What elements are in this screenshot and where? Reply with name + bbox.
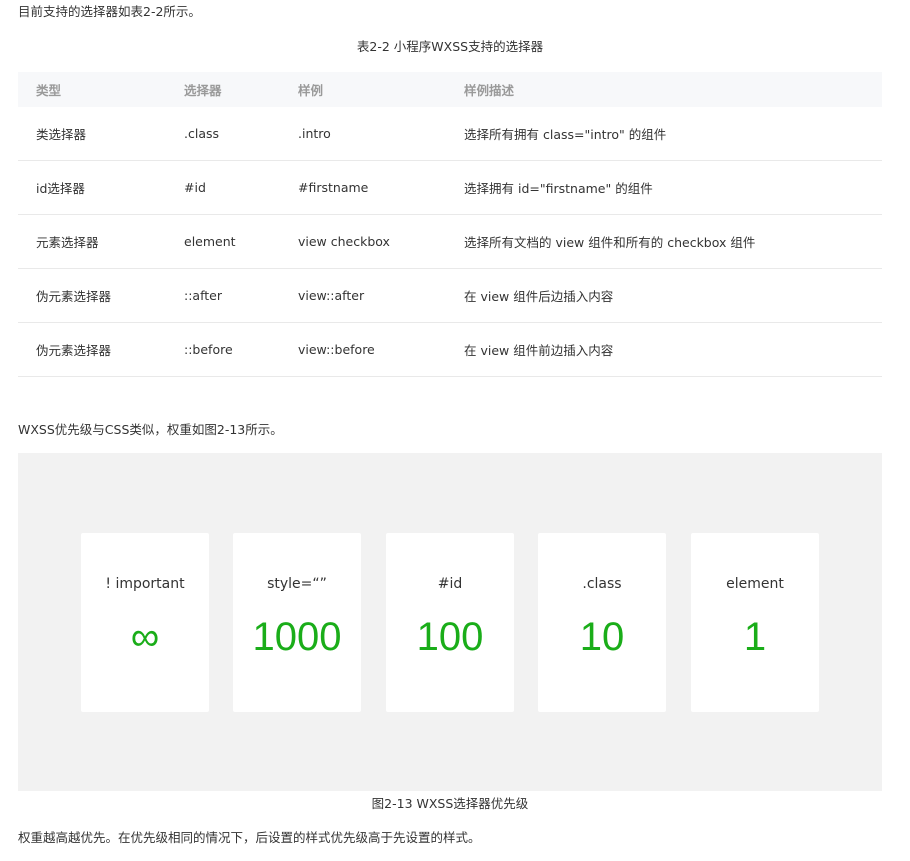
- priority-card-element: element 1: [691, 533, 819, 712]
- priority-card-class: .class 10: [538, 533, 666, 712]
- table-cell: 选择所有文档的 view 组件和所有的 checkbox 组件: [464, 235, 756, 250]
- table-cell: ::before: [184, 342, 233, 357]
- table-cell: 类选择器: [36, 127, 87, 142]
- card-weight-value: ∞: [130, 615, 160, 659]
- table-caption: 表2-2 小程序WXSS支持的选择器: [356, 39, 544, 54]
- intro-paragraph: 目前支持的选择器如表2-2所示。: [18, 4, 201, 19]
- table-cell: #id: [184, 180, 206, 195]
- table-cell: element: [184, 234, 236, 249]
- document-page: 目前支持的选择器如表2-2所示。 表2-2 小程序WXSS支持的选择器 类型 选…: [0, 0, 910, 861]
- table-cell: view::after: [298, 288, 365, 303]
- table-cell: ::after: [184, 288, 222, 303]
- card-weight-value: 100: [416, 615, 484, 659]
- table-row: 类选择器 .class .intro 选择所有拥有 class="intro" …: [18, 107, 882, 161]
- table-row: id选择器 #id #firstname 选择拥有 id="firstname"…: [18, 161, 882, 215]
- table-cell: #firstname: [298, 180, 369, 195]
- table-row: 伪元素选择器 ::before view::before 在 view 组件前边…: [18, 323, 882, 377]
- table-cell: 在 view 组件后边插入内容: [464, 289, 614, 304]
- table-header-cell: 类型: [36, 83, 62, 98]
- table-cell: 伪元素选择器: [36, 289, 112, 304]
- table-header-cell: 样例: [298, 83, 324, 98]
- card-label: #id: [437, 576, 463, 592]
- priority-card-style: style=“” 1000: [233, 533, 361, 712]
- table-cell: view::before: [298, 342, 375, 357]
- card-weight-value: 10: [579, 615, 625, 659]
- table-cell: 元素选择器: [36, 235, 99, 250]
- table-cell: 在 view 组件前边插入内容: [464, 343, 614, 358]
- table-cell: 选择所有拥有 class="intro" 的组件: [464, 127, 667, 142]
- priority-card-important: ! important ∞: [81, 533, 209, 712]
- table-row: 元素选择器 element view checkbox 选择所有文档的 view…: [18, 215, 882, 269]
- priority-card-id: #id 100: [386, 533, 514, 712]
- card-label: ! important: [105, 576, 185, 592]
- table-cell: 选择拥有 id="firstname" 的组件: [464, 181, 653, 196]
- closing-paragraph: 权重越高越优先。在优先级相同的情况下，后设置的样式优先级高于先设置的样式。: [18, 830, 481, 845]
- card-label: .class: [582, 576, 622, 592]
- table-header-row: 类型 选择器 样例 样例描述: [18, 72, 882, 107]
- card-weight-value: 1000: [252, 615, 342, 659]
- figure-caption: 图2-13 WXSS选择器优先级: [371, 796, 529, 811]
- card-weight-value: 1: [743, 615, 767, 659]
- table-cell: view checkbox: [298, 234, 390, 249]
- table-cell: 伪元素选择器: [36, 343, 112, 358]
- table-header-cell: 样例描述: [464, 83, 515, 98]
- priority-paragraph: WXSS优先级与CSS类似，权重如图2-13所示。: [18, 422, 283, 437]
- table-cell: id选择器: [36, 181, 85, 196]
- table-cell: .class: [184, 126, 220, 141]
- card-label: style=“”: [267, 576, 327, 592]
- selector-table: 类型 选择器 样例 样例描述 类选择器 .class .intro 选择所有拥有…: [18, 72, 882, 377]
- table-row: 伪元素选择器 ::after view::after 在 view 组件后边插入…: [18, 269, 882, 323]
- card-label: element: [726, 576, 784, 592]
- table-cell: .intro: [298, 126, 331, 141]
- priority-figure: ! important ∞ style=“” 1000 #id 100 .cla…: [18, 453, 882, 791]
- table-header-cell: 选择器: [184, 83, 222, 98]
